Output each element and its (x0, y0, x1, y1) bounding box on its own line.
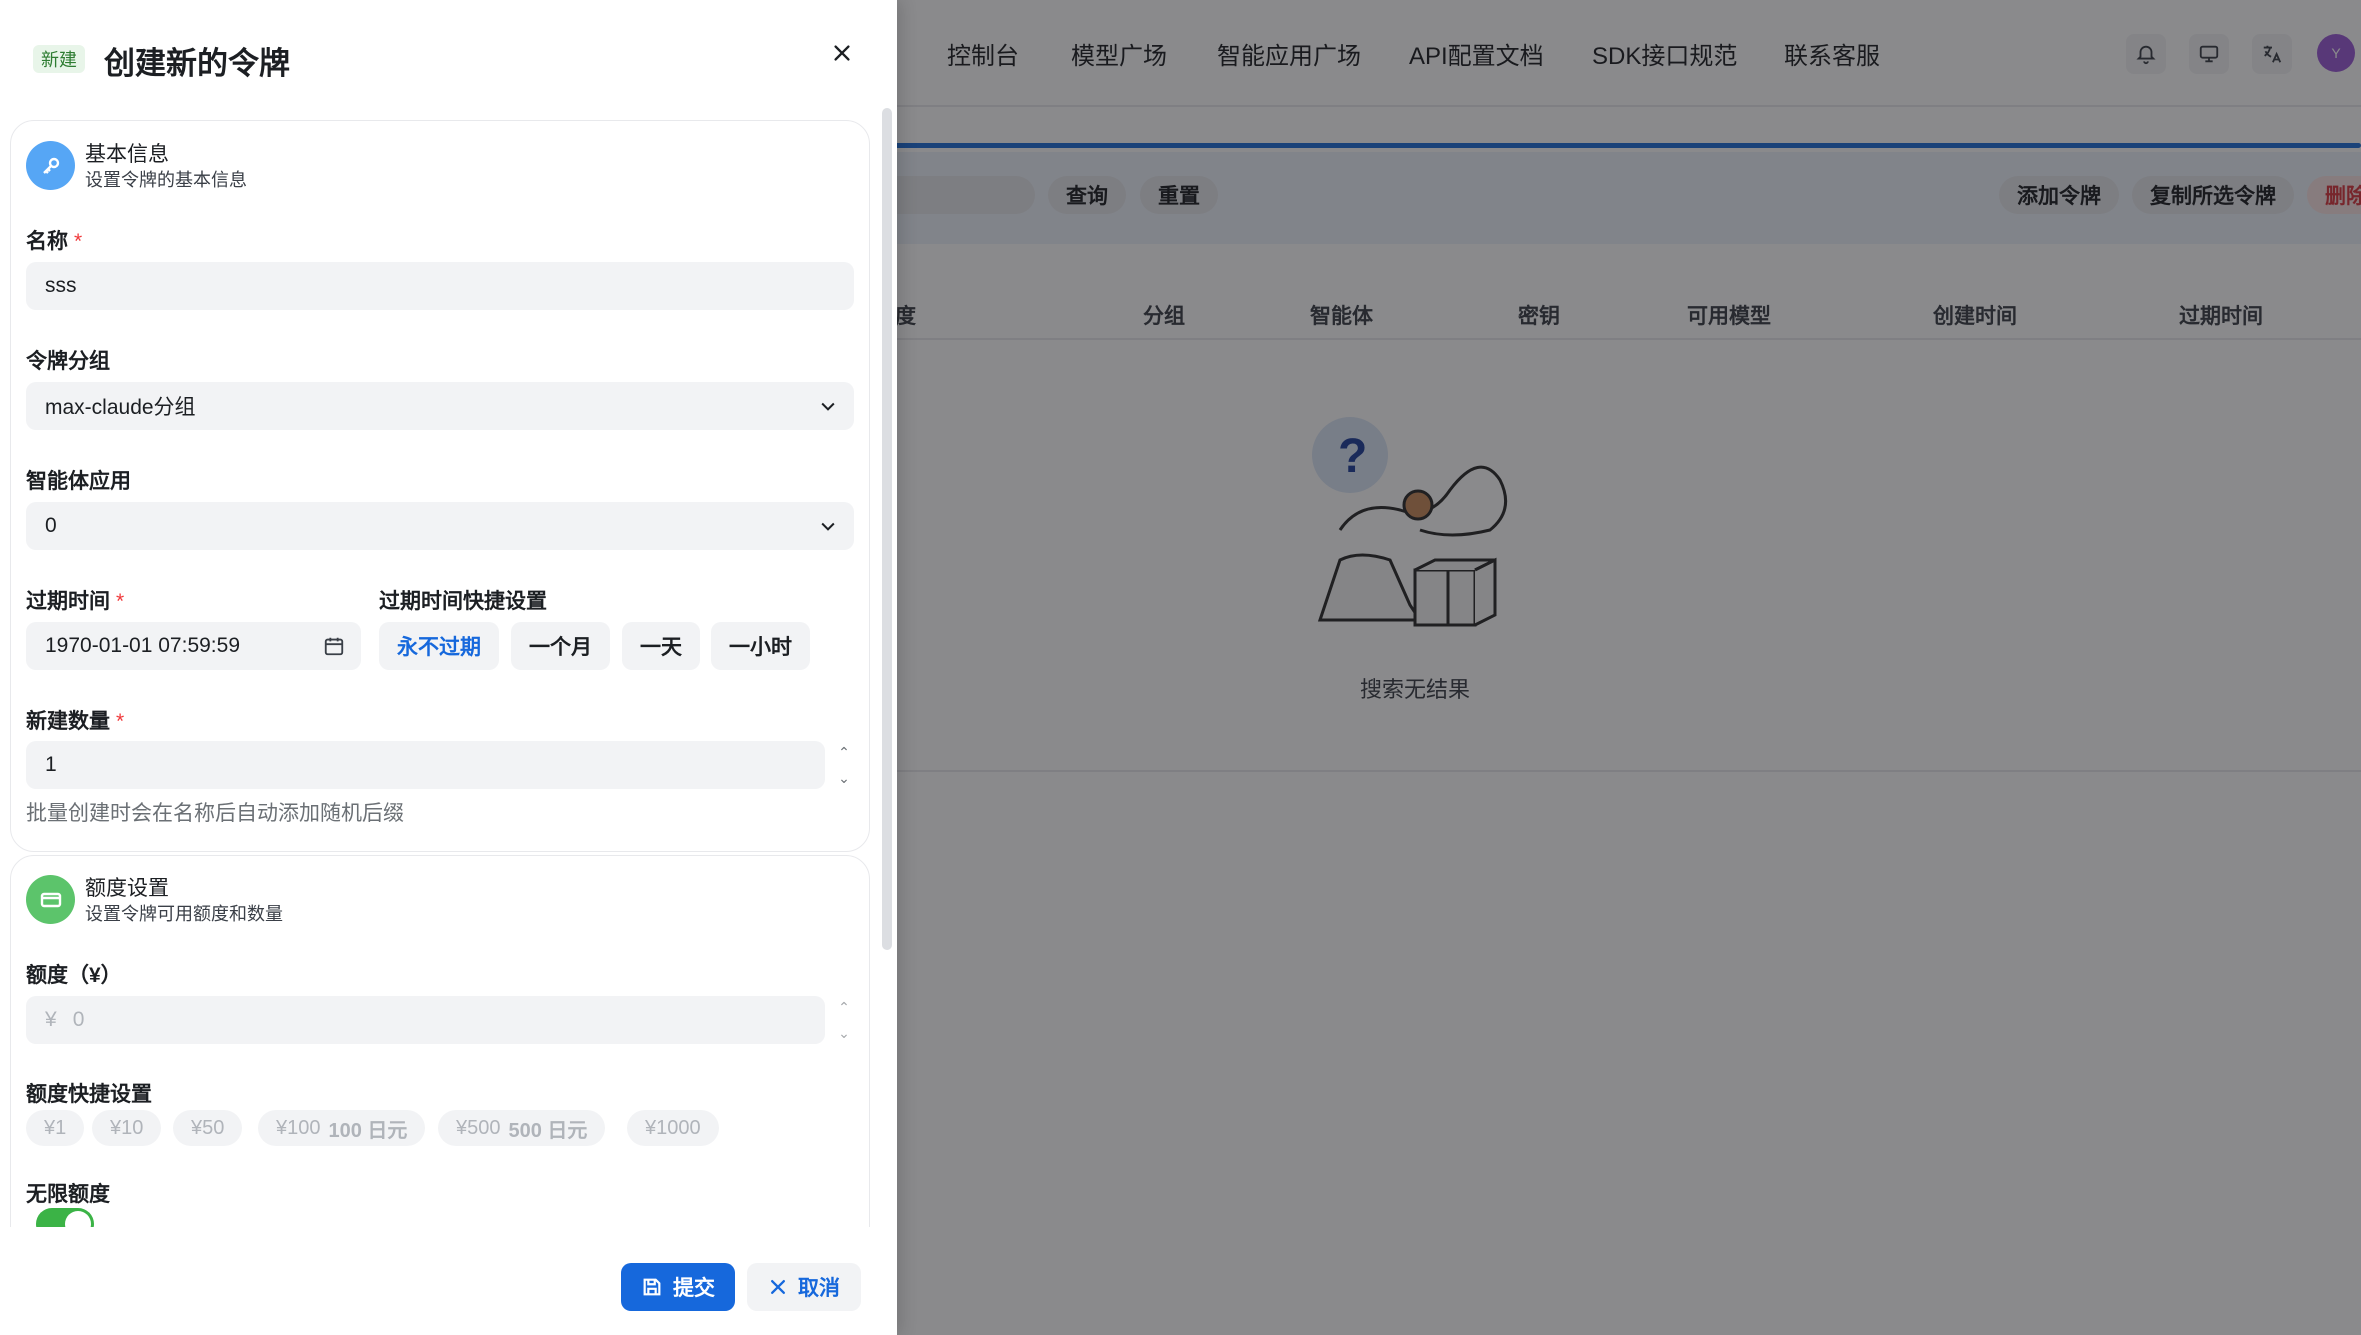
group-select[interactable]: max-claude分组 (26, 382, 854, 430)
new-tag: 新建 (33, 45, 85, 73)
sheet-footer: 提交 取消 (0, 1227, 897, 1335)
quota-title: 额度设置 (85, 877, 169, 900)
chevron-down-icon (821, 402, 835, 411)
quota-card: 额度设置 设置令牌可用额度和数量 额度（¥） ¥ 0 ⌃ ⌄ 额度快捷设置 ¥1… (10, 855, 870, 1227)
sheet-title: 创建新的令牌 (104, 46, 290, 81)
basic-info-title: 基本信息 (85, 143, 169, 166)
close-icon (834, 45, 850, 61)
one-hour-button[interactable]: 一小时 (711, 622, 810, 670)
submit-button[interactable]: 提交 (621, 1263, 735, 1311)
quota-chip-500[interactable]: ¥500 500 日元 (438, 1110, 606, 1146)
unlimited-toggle[interactable] (36, 1208, 94, 1227)
create-token-sheet: 新建 创建新的令牌 基本信息 设置令牌的基本信息 名称 * sss 令牌分组 ma… (0, 0, 897, 1335)
currency-prefix: ¥ (45, 1008, 57, 1031)
amount-input[interactable]: ¥ 0 (26, 996, 825, 1044)
close-button[interactable] (826, 37, 858, 69)
group-label: 令牌分组 (26, 350, 110, 373)
quota-chip-50[interactable]: ¥50 (173, 1110, 243, 1146)
never-expire-button[interactable]: 永不过期 (379, 622, 499, 670)
one-month-button[interactable]: 一个月 (511, 622, 610, 670)
amount-placeholder: 0 (72, 1008, 85, 1031)
quota-subtitle: 设置令牌可用额度和数量 (85, 904, 283, 924)
count-input[interactable]: 1 (26, 741, 825, 789)
agent-label: 智能体应用 (26, 470, 131, 493)
chevron-down-icon (821, 522, 835, 531)
count-label: 新建数量 * (26, 710, 125, 733)
calendar-icon[interactable] (323, 635, 345, 657)
stepper-up-icon[interactable]: ⌃ (838, 996, 850, 1018)
stepper-down-icon[interactable]: ⌄ (838, 1022, 850, 1044)
amount-stepper[interactable]: ⌃ ⌄ (834, 996, 854, 1044)
stepper-down-icon[interactable]: ⌄ (838, 767, 850, 789)
basic-info-card: 基本信息 设置令牌的基本信息 名称 * sss 令牌分组 max-claude分组… (10, 120, 870, 852)
sheet-scrollbar[interactable] (882, 108, 892, 950)
unlimited-label: 无限额度 (26, 1183, 110, 1206)
cancel-button[interactable]: 取消 (747, 1263, 861, 1311)
one-day-button[interactable]: 一天 (622, 622, 700, 670)
count-hint: 批量创建时会在名称后自动添加随机后缀 (26, 802, 404, 825)
amount-label: 额度（¥） (26, 964, 122, 987)
quota-chip-1[interactable]: ¥1 (26, 1110, 85, 1146)
close-icon (771, 1280, 785, 1294)
quota-chip-10[interactable]: ¥10 (92, 1110, 162, 1146)
sheet-body: 基本信息 设置令牌的基本信息 名称 * sss 令牌分组 max-claude分组… (0, 115, 897, 1227)
count-stepper[interactable]: ⌃ ⌄ (834, 741, 854, 789)
basic-info-subtitle: 设置令牌的基本信息 (85, 170, 247, 190)
stepper-up-icon[interactable]: ⌃ (838, 741, 850, 763)
credit-card-icon (26, 875, 75, 924)
save-icon (643, 1278, 661, 1296)
name-label: 名称 * (26, 230, 83, 253)
agent-select[interactable]: 0 (26, 502, 854, 550)
quota-chip-1000[interactable]: ¥1000 (627, 1110, 719, 1146)
expire-label: 过期时间 * (26, 590, 125, 613)
key-icon (26, 141, 75, 190)
name-input[interactable]: sss (26, 262, 854, 310)
amount-quick-label: 额度快捷设置 (26, 1083, 152, 1106)
quota-chip-100[interactable]: ¥100 100 日元 (258, 1110, 426, 1146)
sheet-header: 新建 创建新的令牌 (0, 0, 897, 115)
expire-quick-label: 过期时间快捷设置 (379, 590, 547, 613)
expire-date-picker[interactable]: 1970-01-01 07:59:59 (26, 622, 361, 670)
